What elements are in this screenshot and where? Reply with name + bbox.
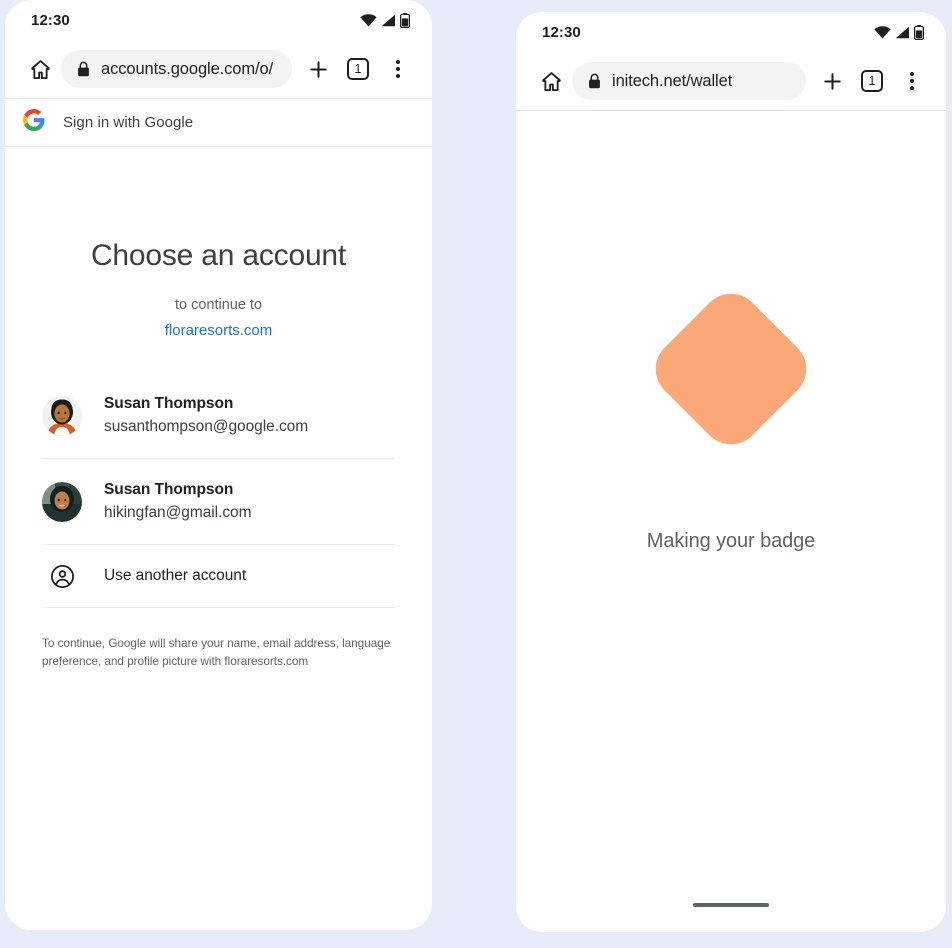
url-text: initech.net/wallet — [612, 71, 733, 90]
tab-counter-button[interactable]: 1 — [338, 49, 378, 89]
lock-icon — [77, 61, 90, 77]
account-text: Susan Thompson hikingfan@gmail.com — [104, 479, 252, 524]
account-row[interactable]: Susan Thompson susanthompson@google.com — [42, 373, 395, 459]
account-email: susanthompson@google.com — [104, 417, 309, 435]
home-indicator — [693, 903, 769, 907]
status-time: 12:30 — [31, 11, 70, 29]
badge-placeholder-shape — [643, 281, 819, 457]
user-photo-avatar — [42, 481, 82, 522]
continue-to-domain: floraresorts.com — [164, 322, 273, 339]
google-g-icon — [23, 109, 45, 136]
tab-count-label: 1 — [861, 70, 883, 92]
plus-icon[interactable] — [298, 49, 338, 89]
home-icon[interactable] — [530, 60, 572, 102]
screen-stage: 12:30 accounts.google.com/o/ 1 Sign in w… — [0, 0, 952, 948]
battery-icon — [914, 24, 924, 40]
kebab-menu-icon[interactable] — [892, 61, 932, 101]
home-icon[interactable] — [19, 48, 61, 90]
account-name: Susan Thompson — [104, 481, 234, 499]
lock-icon — [588, 73, 601, 89]
cell-signal-icon — [895, 26, 910, 39]
cell-signal-icon — [381, 14, 396, 27]
tab-counter-button[interactable]: 1 — [852, 61, 892, 101]
use-another-account-row[interactable]: Use another account — [42, 545, 395, 608]
tab-count-label: 1 — [347, 58, 369, 80]
omnibox-left[interactable]: accounts.google.com/o/ — [61, 50, 292, 88]
wifi-icon — [874, 25, 891, 39]
plus-icon[interactable] — [812, 61, 852, 101]
kebab-menu-icon[interactable] — [378, 49, 418, 89]
account-email: hikingfan@gmail.com — [104, 503, 252, 521]
browser-toolbar-right: initech.net/wallet 1 — [516, 52, 946, 110]
status-icon-group — [874, 24, 924, 40]
wifi-icon — [360, 13, 377, 27]
continue-to-label: to continue to — [174, 297, 263, 313]
wallet-status-text: Making your badge — [646, 530, 816, 552]
account-name: Susan Thompson — [104, 395, 234, 413]
google-signin-header: Sign in with Google — [5, 99, 432, 146]
status-icon-group — [360, 12, 410, 28]
phone-right: 12:30 initech.net/wallet 1 Making your b… — [516, 12, 946, 932]
account-circle-icon — [42, 556, 82, 596]
url-text: accounts.google.com/o/ — [101, 59, 274, 78]
status-bar-left: 12:30 — [5, 0, 432, 40]
wallet-loading-page: Making your badge — [516, 111, 946, 932]
status-time: 12:30 — [542, 23, 581, 41]
user-photo-avatar — [42, 395, 82, 436]
account-list: Susan Thompson susanthompson@google.com — [42, 373, 395, 608]
status-bar-right: 12:30 — [516, 12, 946, 52]
use-another-account-label: Use another account — [104, 567, 247, 584]
google-signin-label: Sign in with Google — [63, 114, 194, 131]
browser-toolbar-left: accounts.google.com/o/ 1 — [5, 40, 432, 98]
omnibox-right[interactable]: initech.net/wallet — [572, 62, 806, 100]
account-text: Susan Thompson susanthompson@google.com — [104, 393, 308, 438]
account-row[interactable]: Susan Thompson hikingfan@gmail.com — [42, 459, 395, 545]
share-disclaimer: To continue, Google will share your name… — [42, 636, 391, 669]
phone-left: 12:30 accounts.google.com/o/ 1 Sign in w… — [5, 0, 432, 930]
battery-icon — [400, 12, 410, 28]
page-title: Choose an account — [90, 239, 347, 272]
header-divider — [5, 146, 432, 147]
account-chooser: Choose an account to continue to florare… — [5, 239, 432, 671]
